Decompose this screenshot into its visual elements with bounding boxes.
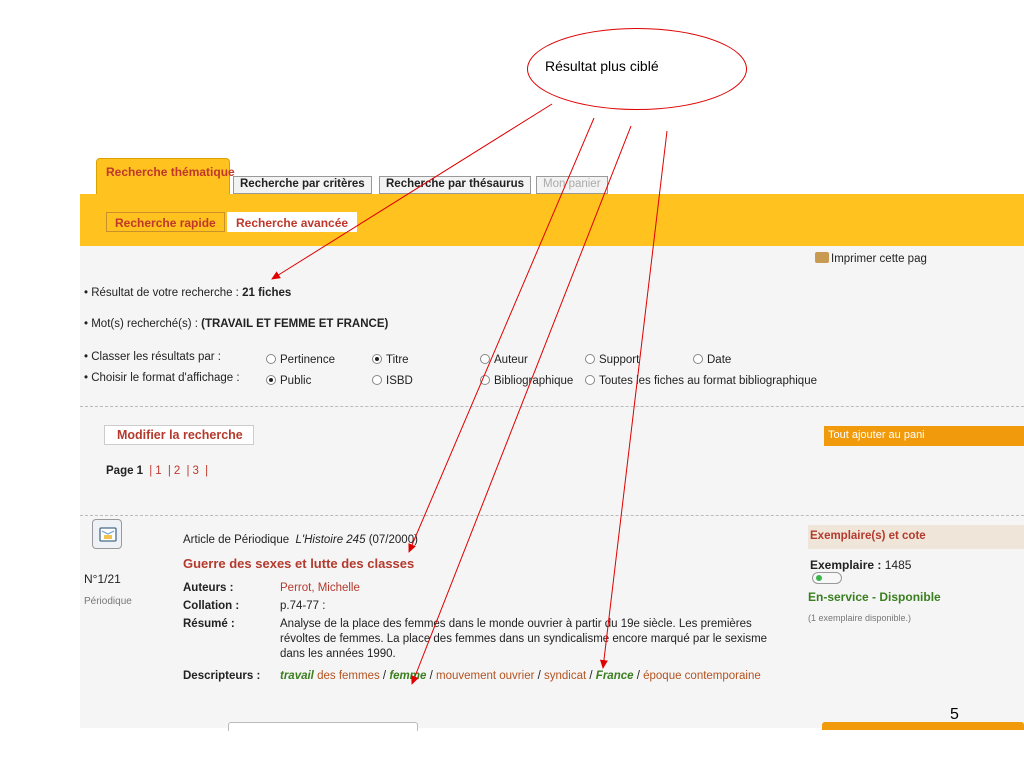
annotation-arrows	[271, 103, 668, 685]
arrow-to-result-count	[271, 103, 553, 280]
arrow-to-france	[599, 130, 668, 669]
arrow-to-title	[408, 117, 595, 553]
arrow-to-femme	[411, 125, 632, 685]
